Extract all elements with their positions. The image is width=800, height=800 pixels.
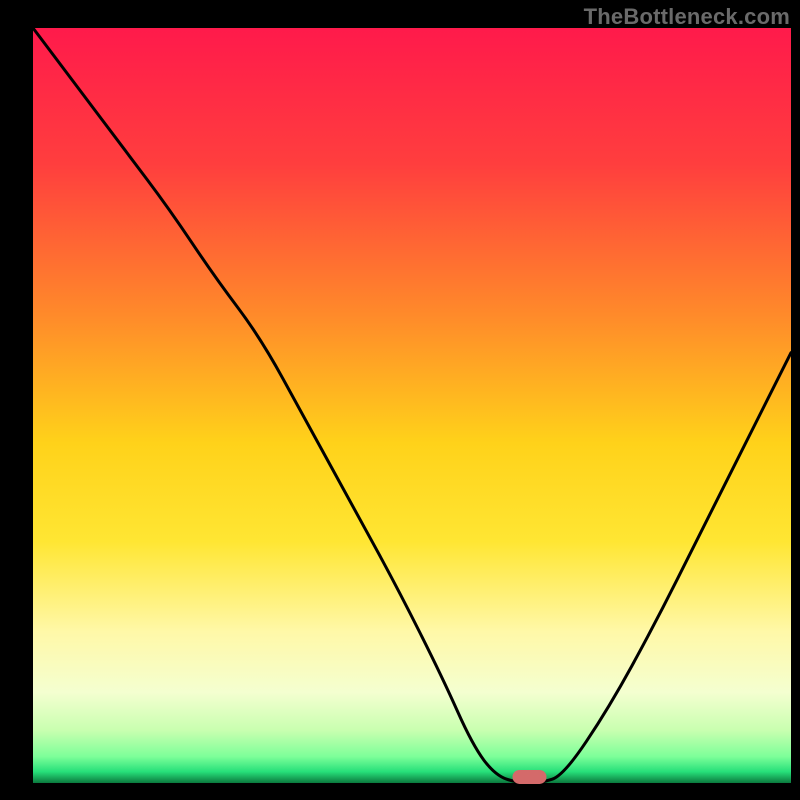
optimal-marker xyxy=(512,770,546,784)
chart-plot-area xyxy=(33,28,791,783)
chart-container: TheBottleneck.com xyxy=(0,0,800,800)
bottleneck-chart xyxy=(0,0,800,800)
watermark-text: TheBottleneck.com xyxy=(584,4,790,30)
